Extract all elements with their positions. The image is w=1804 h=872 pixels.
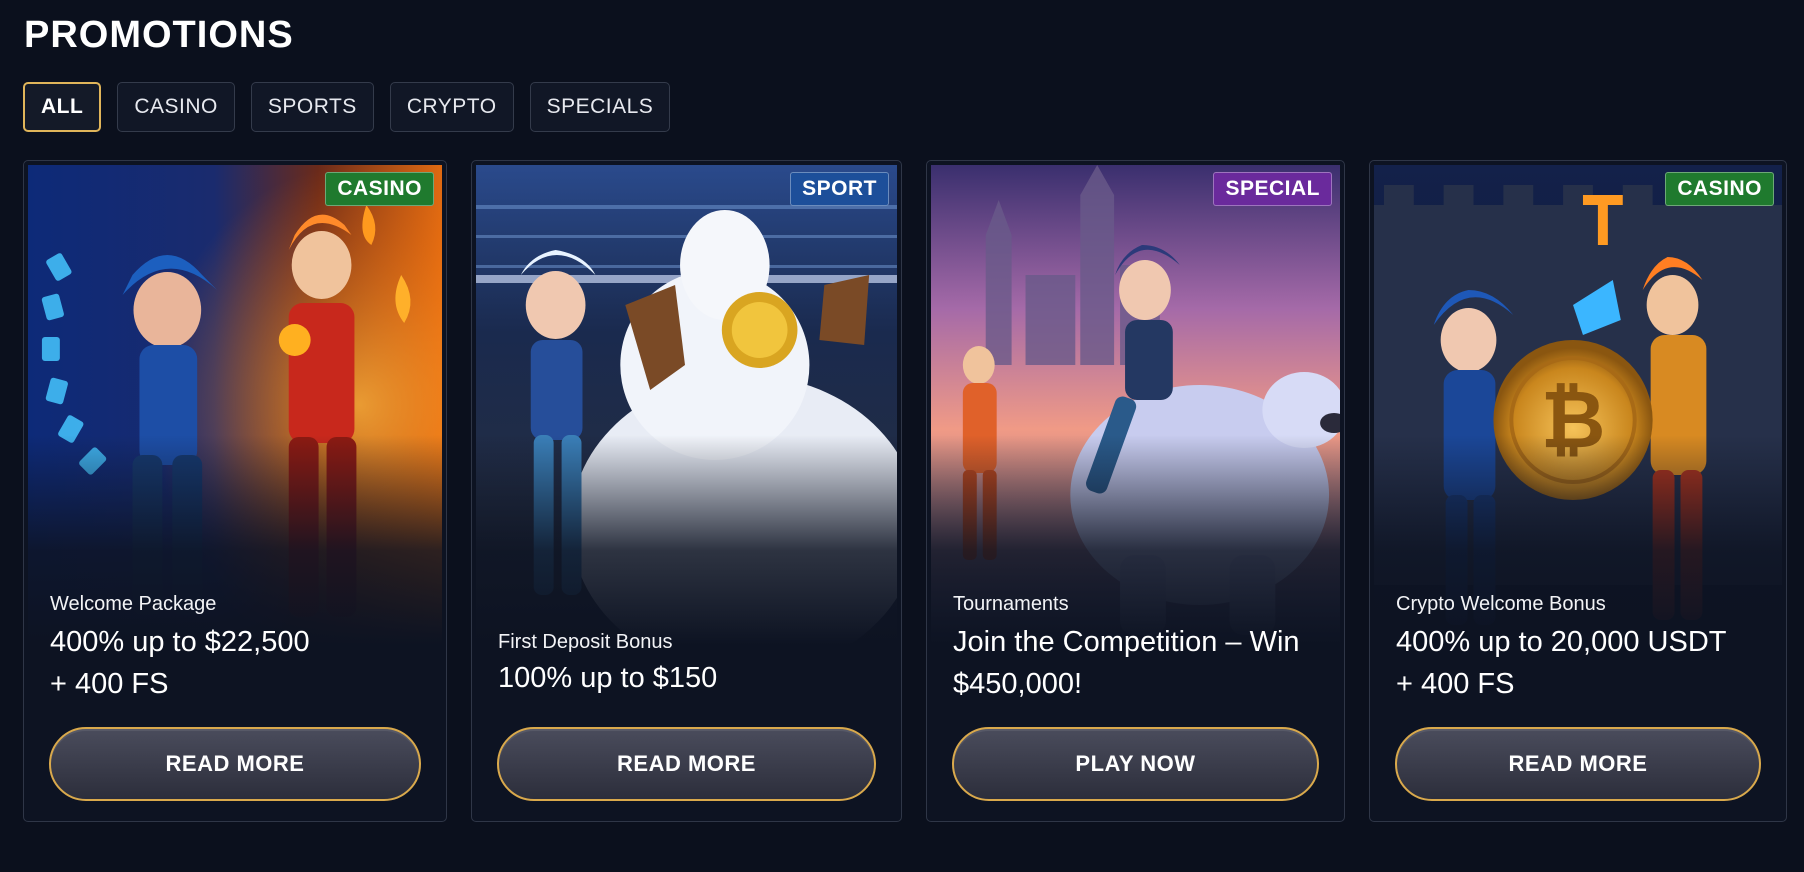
promo-art-bitcoin: ₿: [1374, 165, 1782, 645]
promo-offer: Join the Competition – Win $450,000!: [953, 621, 1324, 705]
promo-offer: 100% up to $150: [498, 657, 881, 699]
category-badge: CASINO: [1665, 172, 1774, 206]
tab-casino[interactable]: CASINO: [117, 82, 235, 132]
filter-tabs: ALL CASINO SPORTS CRYPTO SPECIALS: [23, 82, 671, 132]
category-badge: SPORT: [790, 172, 889, 206]
tab-specials[interactable]: SPECIALS: [529, 82, 671, 132]
promo-subtitle: Tournaments: [953, 593, 1069, 615]
read-more-button[interactable]: READ MORE: [49, 727, 421, 801]
read-more-button[interactable]: READ MORE: [1395, 727, 1761, 801]
promo-subtitle: Crypto Welcome Bonus: [1396, 593, 1606, 615]
tab-all[interactable]: ALL: [23, 82, 102, 132]
promo-card-tournaments[interactable]: SPECIAL Tournaments Join the Competition…: [926, 160, 1345, 822]
promo-offer-line: 100% up to $150: [498, 662, 718, 694]
promo-card-crypto-welcome[interactable]: ₿ CASINO Crypto Welcome Bonus 400% up to…: [1369, 160, 1787, 822]
promo-art-snowman: [476, 165, 897, 645]
play-now-button[interactable]: PLAY NOW: [952, 727, 1319, 801]
promo-card-welcome-package[interactable]: CASINO Welcome Package 400% up to $22,50…: [23, 160, 447, 822]
promo-offer-line: + 400 FS: [1396, 668, 1515, 700]
promo-card-grid: CASINO Welcome Package 400% up to $22,50…: [23, 160, 1787, 822]
tab-crypto[interactable]: CRYPTO: [389, 82, 514, 132]
page-title: PROMOTIONS: [24, 14, 294, 56]
promo-subtitle: Welcome Package: [50, 593, 217, 615]
promo-offer: 400% up to $22,500 + 400 FS: [50, 621, 426, 705]
read-more-button[interactable]: READ MORE: [497, 727, 876, 801]
promo-art-jester-mage: [28, 165, 442, 645]
category-badge: CASINO: [325, 172, 434, 206]
promo-offer-line: + 400 FS: [50, 668, 169, 700]
category-badge: SPECIAL: [1213, 172, 1332, 206]
promo-offer-line: 400% up to 20,000 USDT: [1396, 626, 1727, 658]
promo-subtitle: First Deposit Bonus: [498, 631, 673, 653]
promo-art-polar-bear: [931, 165, 1340, 645]
promo-offer-line: $450,000!: [953, 668, 1083, 700]
promo-offer: 400% up to 20,000 USDT + 400 FS: [1396, 621, 1766, 705]
promo-card-first-deposit[interactable]: SPORT First Deposit Bonus 100% up to $15…: [471, 160, 902, 822]
tab-sports[interactable]: SPORTS: [250, 82, 374, 132]
promo-offer-line: 400% up to $22,500: [50, 626, 310, 658]
promo-offer-line: Join the Competition – Win: [953, 626, 1300, 658]
